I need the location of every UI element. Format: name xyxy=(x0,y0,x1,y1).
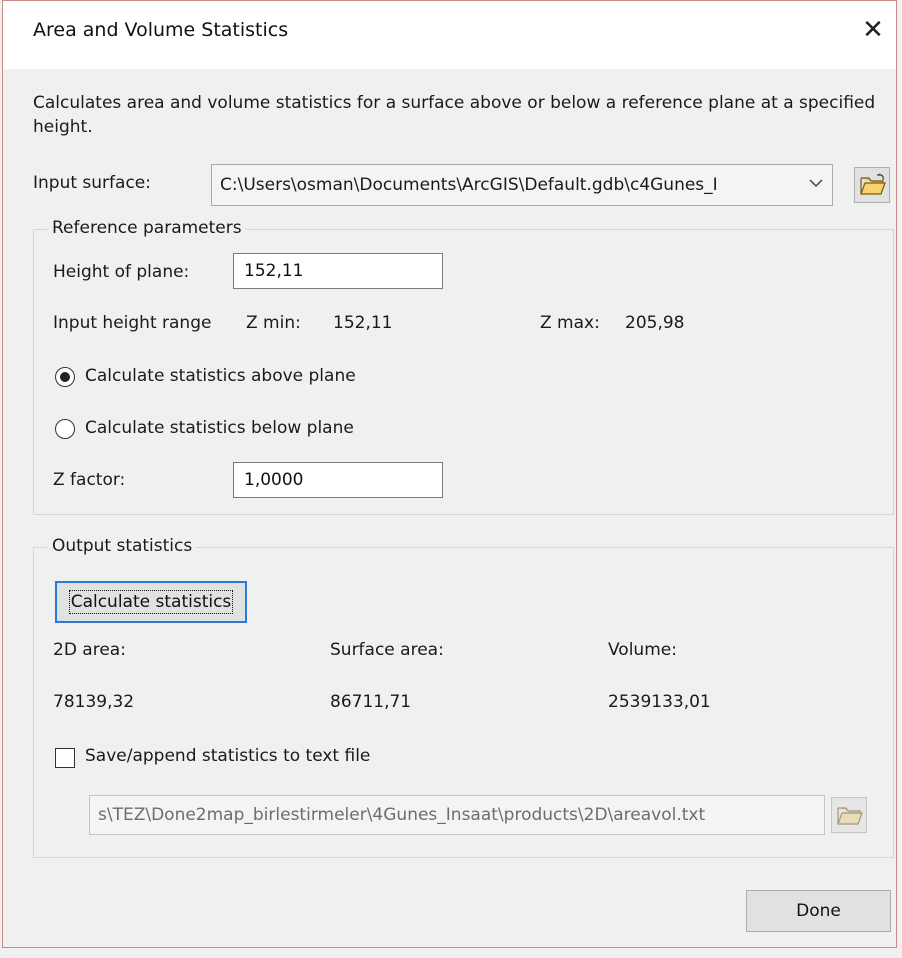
output-file-path-input[interactable] xyxy=(89,795,825,835)
z-factor-label: Z factor: xyxy=(53,470,126,490)
output-statistics-title: Output statistics xyxy=(48,536,197,556)
browse-output-button[interactable] xyxy=(831,797,867,833)
volume-value: 2539133,01 xyxy=(608,692,711,712)
chevron-down-icon xyxy=(809,179,823,188)
radio-below-plane[interactable] xyxy=(55,419,75,439)
close-button[interactable]: ✕ xyxy=(858,15,888,45)
height-of-plane-label: Height of plane: xyxy=(53,262,190,282)
surface-area-label: Surface area: xyxy=(330,640,444,660)
save-statistics-checkbox[interactable] xyxy=(55,748,75,768)
input-height-range-label: Input height range xyxy=(53,313,212,333)
input-surface-value: C:\Users\osman\Documents\ArcGIS\Default.… xyxy=(220,175,718,195)
surface-area-value: 86711,71 xyxy=(330,692,412,712)
area-2d-value: 78139,32 xyxy=(53,692,135,712)
radio-above-plane[interactable] xyxy=(55,367,75,387)
save-statistics-label[interactable]: Save/append statistics to text file xyxy=(85,746,370,766)
title-bar: Area and Volume Statistics ✕ xyxy=(3,1,896,69)
radio-above-plane-label[interactable]: Calculate statistics above plane xyxy=(85,366,356,386)
z-min-label: Z min: xyxy=(246,313,301,333)
z-max-label: Z max: xyxy=(540,313,600,333)
dialog-title: Area and Volume Statistics xyxy=(33,19,289,41)
calculate-statistics-label: Calculate statistics xyxy=(68,590,234,614)
volume-label: Volume: xyxy=(608,640,677,660)
browse-input-button[interactable] xyxy=(854,167,890,203)
folder-open-icon xyxy=(860,173,886,195)
z-min-value: 152,11 xyxy=(333,313,393,333)
radio-below-plane-label[interactable]: Calculate statistics below plane xyxy=(85,418,354,438)
area-volume-dialog: Area and Volume Statistics ✕ Calculates … xyxy=(2,0,897,948)
folder-open-icon xyxy=(837,807,863,825)
z-factor-input[interactable] xyxy=(233,462,443,498)
reference-parameters-title: Reference parameters xyxy=(48,218,246,238)
area-2d-label: 2D area: xyxy=(53,640,126,660)
done-button[interactable]: Done xyxy=(746,890,891,932)
calculate-statistics-button[interactable]: Calculate statistics xyxy=(55,581,247,623)
z-max-value: 205,98 xyxy=(625,313,685,333)
height-of-plane-input[interactable] xyxy=(233,253,443,289)
description-text: Calculates area and volume statistics fo… xyxy=(33,93,876,137)
close-icon: ✕ xyxy=(862,15,884,45)
input-surface-label: Input surface: xyxy=(33,173,151,193)
input-surface-dropdown[interactable]: C:\Users\osman\Documents\ArcGIS\Default.… xyxy=(211,164,833,206)
